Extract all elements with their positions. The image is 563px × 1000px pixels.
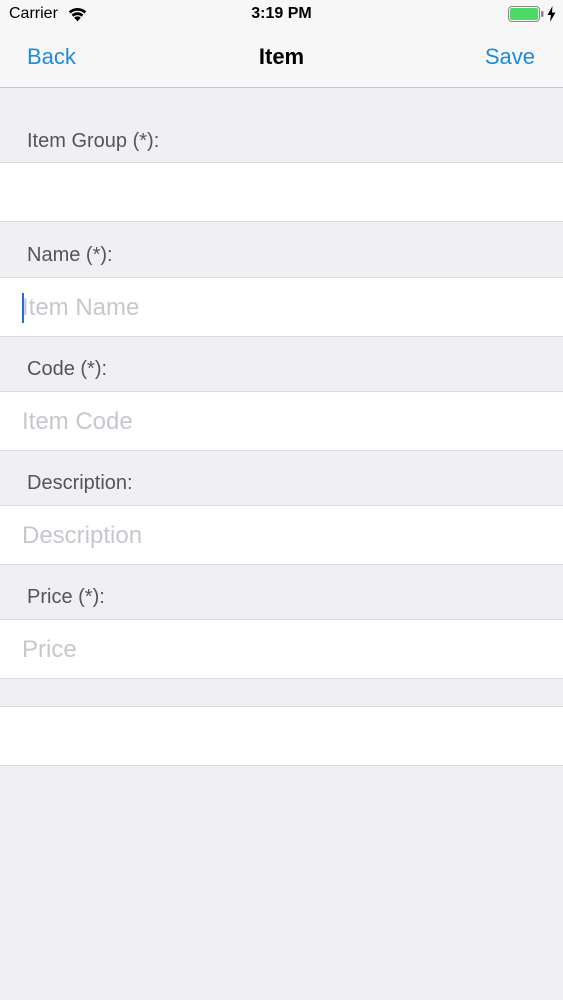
name-field[interactable] bbox=[0, 277, 563, 337]
price-label: Price (*): bbox=[27, 586, 105, 608]
name-label: Name (*): bbox=[27, 244, 113, 266]
description-field[interactable] bbox=[0, 505, 563, 565]
name-section-header: Name (*): bbox=[0, 222, 563, 277]
navigation-bar: Back Item Save bbox=[0, 30, 563, 88]
description-input[interactable] bbox=[22, 520, 542, 552]
status-time: 3:19 PM bbox=[251, 5, 312, 22]
item-group-input[interactable] bbox=[22, 177, 542, 209]
code-section-header: Code (*): bbox=[0, 337, 563, 391]
price-input[interactable] bbox=[22, 634, 542, 666]
description-section-header: Description: bbox=[0, 451, 563, 505]
save-button[interactable]: Save bbox=[485, 44, 535, 70]
code-field[interactable] bbox=[0, 391, 563, 451]
item-group-field[interactable] bbox=[0, 162, 563, 222]
item-group-section-header: Item Group (*): bbox=[0, 88, 563, 162]
charging-icon bbox=[547, 6, 556, 22]
code-label: Code (*): bbox=[27, 358, 108, 380]
price-field[interactable] bbox=[0, 619, 563, 679]
status-bar: Carrier 3:19 PM bbox=[0, 0, 563, 30]
page-title: Item bbox=[258, 44, 305, 69]
description-label: Description: bbox=[27, 472, 133, 494]
item-screen: Carrier 3:19 PM Back Item Save Item Grou… bbox=[0, 0, 563, 1000]
price-section-header: Price (*): bbox=[0, 565, 563, 619]
empty-row[interactable] bbox=[0, 706, 563, 766]
item-name-input[interactable] bbox=[22, 292, 542, 324]
item-group-label: Item Group (*): bbox=[27, 130, 160, 152]
item-code-input[interactable] bbox=[22, 406, 542, 438]
battery-icon bbox=[508, 6, 544, 22]
